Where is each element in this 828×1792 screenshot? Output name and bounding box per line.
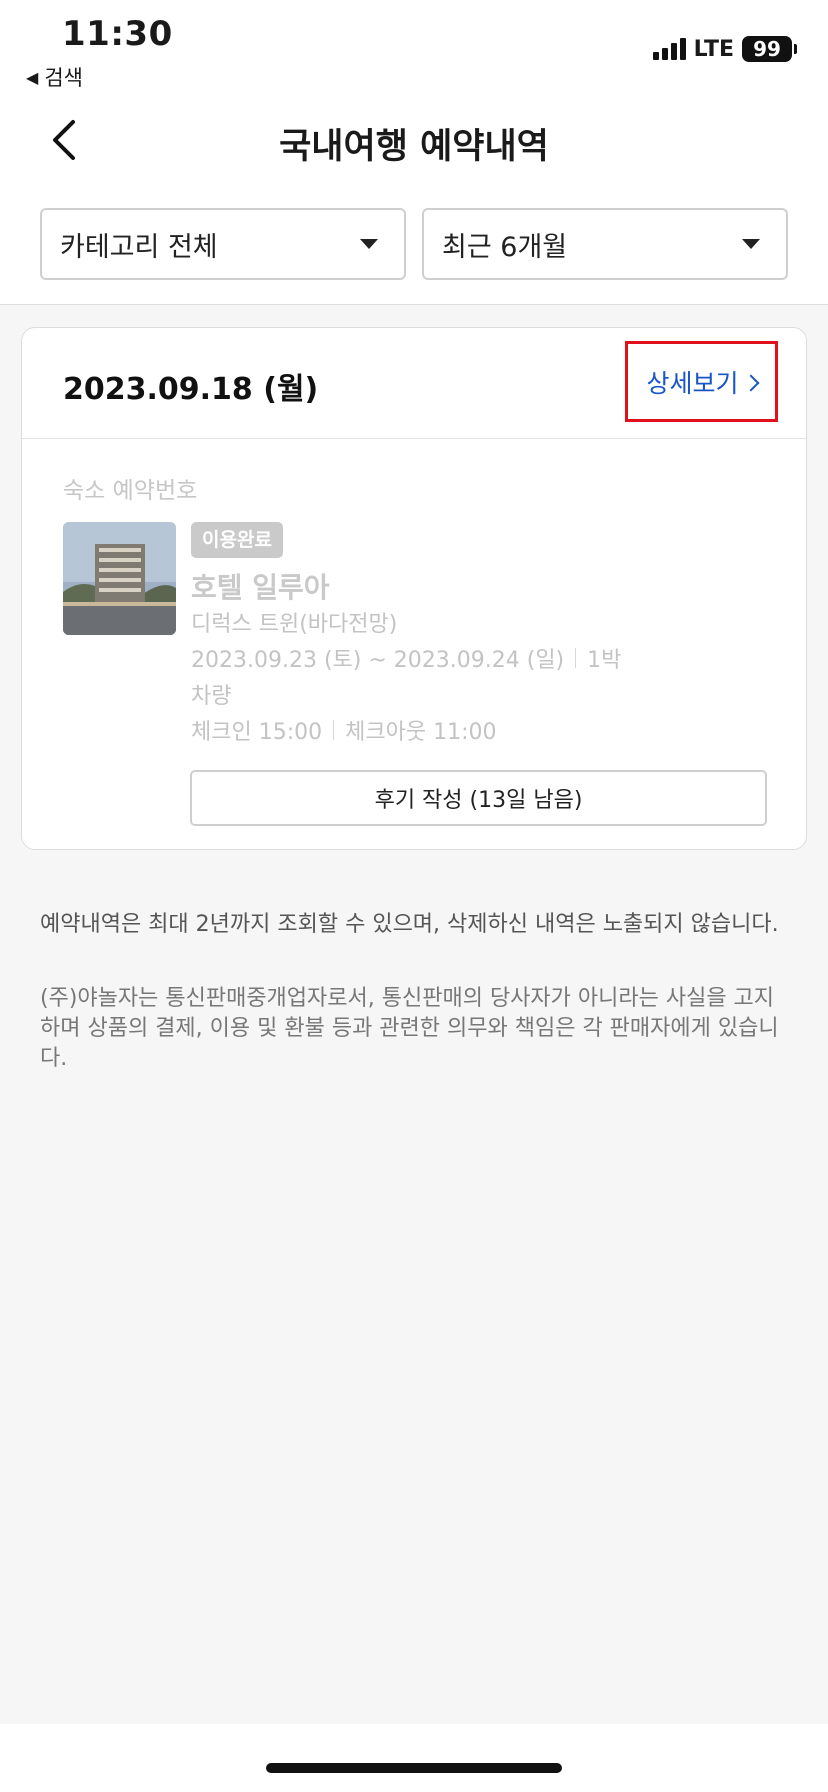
hotel-name: 호텔 일루아	[191, 571, 330, 604]
caret-down-icon	[360, 239, 378, 249]
category-filter-label: 카테고리 전체	[60, 231, 218, 263]
checkout-time: 체크아웃 11:00	[345, 720, 497, 745]
bottom-safe-area	[0, 1724, 828, 1792]
period-filter-dropdown[interactable]: 최근 6개월	[422, 208, 788, 280]
period-filter-label: 최근 6개월	[442, 231, 568, 263]
battery-level: 99	[753, 37, 781, 61]
signal-icon	[652, 38, 686, 60]
divider	[333, 720, 335, 740]
vehicle-info: 차량	[191, 684, 232, 709]
divider	[575, 648, 577, 668]
back-to-app-label: 검색	[44, 66, 83, 90]
room-type: 디럭스 트윈(바다전망)	[191, 612, 398, 637]
stay-dates: 2023.09.23 (토) ~ 2023.09.24 (일)	[191, 648, 565, 673]
reservation-history-screen: 11:30 ◀ 검색 LTE 99 국내여행 예약내역 카테고리 전체 최근 6…	[0, 0, 828, 1792]
home-indicator[interactable]	[266, 1763, 562, 1773]
legal-disclaimer: (주)야놀자는 통신판매중개업자로서, 통신판매의 당사자가 아니라는 사실을 …	[40, 986, 779, 1071]
back-to-app-link[interactable]: ◀ 검색	[26, 62, 83, 92]
status-indicators: LTE 99	[652, 36, 797, 62]
reservation-date: 2023.09.18 (월)	[63, 372, 319, 407]
chevron-right-icon	[742, 374, 759, 391]
check-times-row: 체크인 15:00 체크아웃 11:00	[191, 714, 496, 746]
status-badge: 이용완료	[191, 522, 283, 558]
hotel-thumbnail	[63, 522, 176, 635]
network-type: LTE	[693, 36, 734, 62]
caret-down-icon	[742, 239, 760, 249]
reservation-card: 2023.09.18 (월) 상세보기 숙소 예약번호 이용완료 호텔 일루아 …	[21, 327, 807, 850]
reservation-number-label: 숙소 예약번호	[63, 478, 198, 504]
page-title: 국내여행 예약내역	[279, 127, 549, 167]
back-triangle-icon: ◀	[26, 67, 39, 87]
stay-dates-row: 2023.09.23 (토) ~ 2023.09.24 (일) 1박	[191, 642, 621, 674]
status-time: 11:30	[62, 14, 173, 54]
reservation-card-header: 2023.09.18 (월) 상세보기	[22, 328, 806, 439]
retention-notice: 예약내역은 최대 2년까지 조회할 수 있으며, 삭제하신 내역은 노출되지 않…	[40, 912, 779, 937]
category-filter-dropdown[interactable]: 카테고리 전체	[40, 208, 406, 280]
checkin-time: 체크인 15:00	[191, 720, 323, 745]
write-review-button[interactable]: 후기 작성 (13일 남음)	[190, 770, 767, 826]
view-details-label: 상세보기	[646, 368, 739, 398]
nights-count: 1박	[587, 648, 622, 673]
view-details-button[interactable]: 상세보기	[625, 341, 778, 422]
header-area: 11:30 ◀ 검색 LTE 99 국내여행 예약내역 카테고리 전체 최근 6…	[0, 0, 828, 305]
battery-icon: 99	[742, 36, 797, 62]
